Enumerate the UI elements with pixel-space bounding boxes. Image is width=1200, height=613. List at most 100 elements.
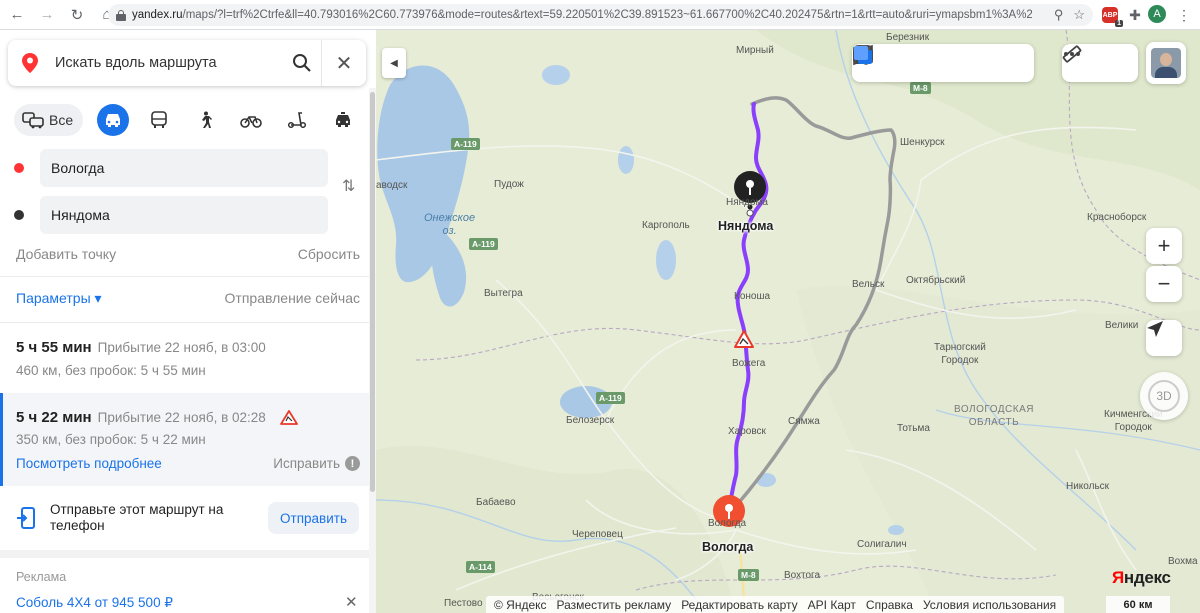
traffic-layer-icon[interactable]	[852, 44, 874, 66]
from-field[interactable]: Вологда	[40, 149, 328, 187]
waypoint-from: Вологда	[14, 149, 328, 187]
map-scale: 60 км	[1106, 596, 1170, 613]
place-label: Октябрьский	[906, 275, 966, 286]
reset-button[interactable]: Сбросить	[298, 246, 360, 262]
send-button[interactable]: Отправить	[268, 502, 359, 534]
place-label: Череповец	[572, 529, 623, 540]
bookmark-star-icon[interactable]: ☆	[1073, 7, 1085, 23]
map-pin-icon	[22, 53, 38, 73]
region-label: ВОЛОГОДСКАЯ ОБЛАСТЬ	[954, 404, 1034, 428]
transport-modes: Все	[14, 103, 359, 137]
view-details-link[interactable]: Посмотреть подробнее	[16, 456, 162, 471]
place-label: Белозерск	[566, 415, 615, 426]
terms-link[interactable]: Условия использования	[923, 598, 1056, 612]
api-link[interactable]: API Карт	[808, 598, 856, 612]
swap-points-icon[interactable]: ⇅	[342, 176, 355, 196]
place-label: Каргополь	[642, 220, 690, 231]
ad-close-icon[interactable]: ✕	[345, 593, 358, 611]
my-location-button[interactable]	[1146, 320, 1182, 356]
place-label: Красноборск	[1087, 212, 1147, 223]
more-options-icon[interactable]	[1062, 44, 1082, 64]
place-label: Никольск	[1066, 481, 1110, 492]
road-shield: А-119	[469, 238, 498, 250]
zoom-in-button[interactable]: +	[1146, 228, 1182, 264]
back-icon[interactable]: ←	[4, 2, 30, 28]
car-icon	[106, 114, 121, 127]
search-input[interactable]: Искать вдоль маршрута	[55, 55, 282, 71]
profile-avatar[interactable]: A	[1148, 5, 1166, 23]
location-icon[interactable]: ⚲	[1054, 7, 1064, 23]
place-label: Вельск	[852, 279, 885, 290]
route-option-1[interactable]: 5 ч 55 мин Прибытие 22 нояб, в 03:00 460 …	[0, 323, 369, 393]
browser-toolbar: ← → ↻ ⌂ yandex.ru/maps/?l=trf%2Ctrfe&ll=…	[0, 0, 1200, 30]
zoom-out-button[interactable]: −	[1146, 266, 1182, 302]
fix-route-button[interactable]: Исправить!	[273, 456, 360, 471]
copyright-text: © Яндекс	[494, 597, 547, 612]
map-tools-toolbar	[1062, 44, 1138, 82]
mode-transit-button[interactable]	[143, 104, 175, 136]
user-profile-button[interactable]	[1146, 42, 1186, 84]
ad-label: Реклама	[16, 570, 67, 584]
mode-taxi-button[interactable]	[327, 104, 359, 136]
road-shield: М-8	[738, 569, 759, 581]
mode-all-button[interactable]: Все	[14, 104, 84, 136]
address-bar[interactable]: yandex.ru/maps/?l=trf%2Ctrfe&ll=40.79301…	[108, 4, 1093, 26]
close-icon[interactable]: ✕	[322, 40, 366, 86]
add-point-button[interactable]: Добавить точку	[16, 246, 116, 262]
route-arrival: Прибытие 22 нояб, в 02:28	[97, 410, 266, 425]
url-host: yandex.ru	[132, 9, 183, 21]
browser-menu-icon[interactable]: ⋮	[1176, 5, 1192, 25]
logo-letter: Я	[1112, 568, 1124, 587]
scrollbar-thumb[interactable]	[370, 92, 375, 492]
url-text[interactable]: yandex.ru/maps/?l=trf%2Ctrfe&ll=40.79301…	[132, 9, 1032, 21]
mode-all-label: Все	[49, 112, 74, 128]
advertise-link[interactable]: Разместить рекламу	[557, 598, 672, 612]
bus-icon	[151, 111, 167, 128]
help-link[interactable]: Справка	[866, 598, 913, 612]
place-label: Вохтога	[784, 570, 821, 581]
alert-icon: !	[345, 456, 360, 471]
place-label: Няндома	[726, 197, 768, 208]
road-shield: М-8	[910, 82, 931, 94]
ad-link[interactable]: Соболь 4Х4 от 945 500 ₽	[16, 595, 173, 611]
mode-bike-button[interactable]	[235, 104, 267, 136]
forward-icon[interactable]: →	[34, 2, 60, 28]
map-graphics	[376, 30, 1200, 613]
taxi-icon	[336, 112, 351, 127]
parameters-dropdown[interactable]: Параметры ▾	[16, 290, 102, 307]
send-to-phone: Отправьте этот маршрут на телефон Отправ…	[0, 486, 369, 550]
road-works-marker-icon[interactable]	[734, 330, 754, 348]
edit-map-link[interactable]: Редактировать карту	[681, 598, 797, 612]
user-avatar	[1151, 48, 1181, 78]
mode-car-button[interactable]	[97, 104, 130, 136]
panel-scrollbar[interactable]	[369, 88, 376, 613]
collapse-panel-button[interactable]: ◀	[382, 48, 406, 78]
compass-3d-label: 3D	[1148, 380, 1180, 412]
place-label: Бабаево	[476, 497, 516, 508]
search-icon[interactable]	[282, 40, 322, 86]
route-option-2[interactable]: 5 ч 22 мин Прибытие 22 нояб, в 02:28 350…	[0, 393, 369, 486]
mode-walk-button[interactable]	[189, 104, 221, 136]
bicycle-icon	[240, 116, 262, 128]
extensions-icon[interactable]: ✚	[1126, 5, 1144, 25]
route-search-box[interactable]: Искать вдоль маршрута ✕	[8, 40, 366, 86]
place-label: Коноша	[734, 291, 771, 302]
ad-divider	[0, 550, 369, 558]
end-dot-icon	[14, 210, 24, 220]
fix-label: Исправить	[273, 456, 340, 471]
road-shield: А-119	[596, 392, 625, 404]
compass-3d-button[interactable]: 3D	[1140, 372, 1188, 420]
route-distance: 460 км, без пробок: 5 ч 55 мин	[16, 363, 206, 378]
lake-label: Онежское оз.	[424, 212, 476, 237]
adblock-extension[interactable]: ABP 1	[1100, 5, 1123, 27]
route-duration: 5 ч 22 мин	[16, 409, 92, 426]
yandex-logo: Яндекс	[1112, 568, 1171, 588]
adblock-icon: ABP 1	[1102, 7, 1123, 27]
reload-icon[interactable]: ↻	[64, 2, 90, 28]
location-arrow-icon	[1147, 321, 1163, 337]
map-canvas[interactable]: Няндома Вологда Мирный Березник Шенкурск…	[376, 30, 1200, 613]
mode-scooter-button[interactable]	[281, 104, 313, 136]
departure-time-button[interactable]: Отправление сейчас	[225, 290, 360, 307]
to-field[interactable]: Няндома	[40, 196, 328, 234]
place-label: Мирный	[736, 45, 774, 56]
